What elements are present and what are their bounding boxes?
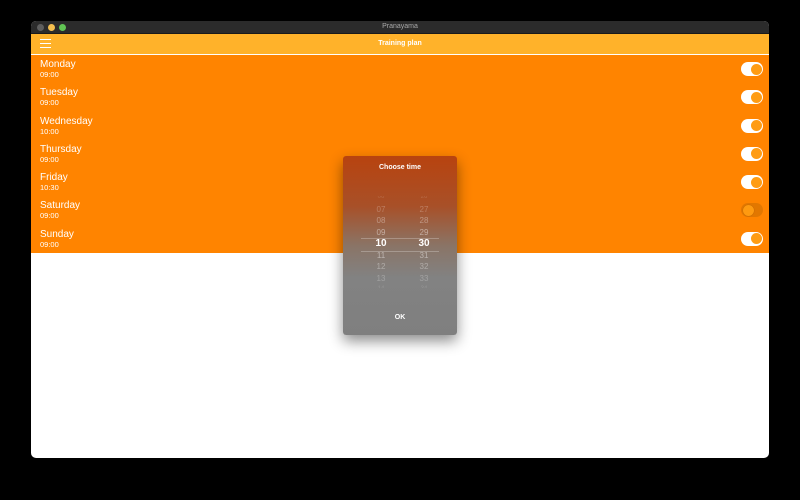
dialog-title: Choose time: [378, 164, 421, 171]
hour-option[interactable]: 12: [366, 262, 396, 271]
minute-option[interactable]: 33: [409, 274, 439, 283]
hour-option[interactable]: 07: [366, 205, 396, 214]
ok-button[interactable]: OK: [390, 312, 410, 324]
hour-option[interactable]: 06: [366, 196, 396, 202]
hour-option[interactable]: 13: [366, 274, 396, 283]
hour-option[interactable]: 11: [366, 251, 396, 260]
minute-option[interactable]: 30: [409, 239, 439, 249]
minute-option[interactable]: 27: [409, 205, 439, 214]
minute-option[interactable]: 32: [409, 262, 439, 271]
minute-option[interactable]: 26: [409, 196, 439, 202]
hour-option[interactable]: 10: [366, 239, 396, 249]
hour-option[interactable]: 14: [366, 285, 396, 288]
choose-time-dialog: Choose time 06 07 08 09 10 11 12 13 14 26 27 28 29 3…: [343, 156, 457, 335]
hour-option[interactable]: 09: [366, 228, 396, 237]
minute-option[interactable]: 28: [409, 216, 439, 225]
app-window: Pranayama Training plan Monday 09:00 Tue…: [31, 21, 769, 458]
minute-option[interactable]: 29: [409, 228, 439, 237]
time-picker: 06 07 08 09 10 11 12 13 14 26 27 28 29 30 31 32 33 34: [343, 196, 457, 288]
minute-option[interactable]: 31: [409, 251, 439, 260]
hour-option[interactable]: 08: [366, 216, 396, 225]
minute-option[interactable]: 34: [409, 285, 439, 288]
